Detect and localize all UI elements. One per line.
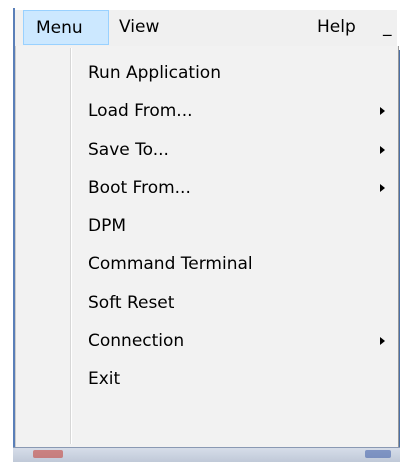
menu-item-label: Save To... — [88, 139, 169, 160]
submenu-arrow-icon — [380, 145, 385, 154]
window-content-edge — [13, 447, 400, 462]
submenu-arrow-icon — [380, 337, 385, 346]
menu-item-label: Connection — [88, 331, 185, 352]
submenu-arrow-icon — [380, 183, 385, 192]
menu-item-load-from[interactable]: Load From... — [16, 92, 398, 130]
menu-item-command-terminal[interactable]: Command Terminal — [16, 245, 398, 283]
menu-bar: Menu View Help _ — [15, 10, 397, 47]
menu-item-connection[interactable]: Connection — [16, 322, 398, 360]
menu-item-label: Boot From... — [88, 177, 191, 198]
menu-dropdown: Run Application Load From... Save To... … — [15, 46, 399, 447]
menu-item-label: Soft Reset — [88, 292, 175, 313]
app-window: Menu View Help _ Run Application Load Fr… — [0, 0, 407, 462]
menu-item-exit[interactable]: Exit — [16, 360, 398, 398]
menu-item-boot-from[interactable]: Boot From... — [16, 169, 398, 207]
menu-item-label: DPM — [88, 216, 127, 237]
menu-item-label: Command Terminal — [88, 254, 253, 275]
menu-item-dpm[interactable]: DPM — [16, 207, 398, 245]
menu-item-soft-reset[interactable]: Soft Reset — [16, 284, 398, 322]
minimize-button[interactable]: _ — [379, 10, 401, 45]
menu-item-label: Load From... — [88, 101, 193, 122]
menubar-item-menu[interactable]: Menu — [23, 10, 109, 45]
background-mark-blue — [365, 450, 391, 458]
menu-item-save-to[interactable]: Save To... — [16, 131, 398, 169]
menu-item-label: Exit — [88, 369, 121, 390]
menubar-item-view[interactable]: View — [111, 10, 181, 45]
menubar-item-help[interactable]: Help — [309, 10, 379, 45]
menu-item-list: Run Application Load From... Save To... … — [16, 54, 398, 399]
menu-item-run-application[interactable]: Run Application — [16, 54, 398, 92]
submenu-arrow-icon — [380, 107, 385, 116]
background-mark-red — [33, 450, 63, 458]
menu-item-label: Run Application — [88, 63, 221, 83]
